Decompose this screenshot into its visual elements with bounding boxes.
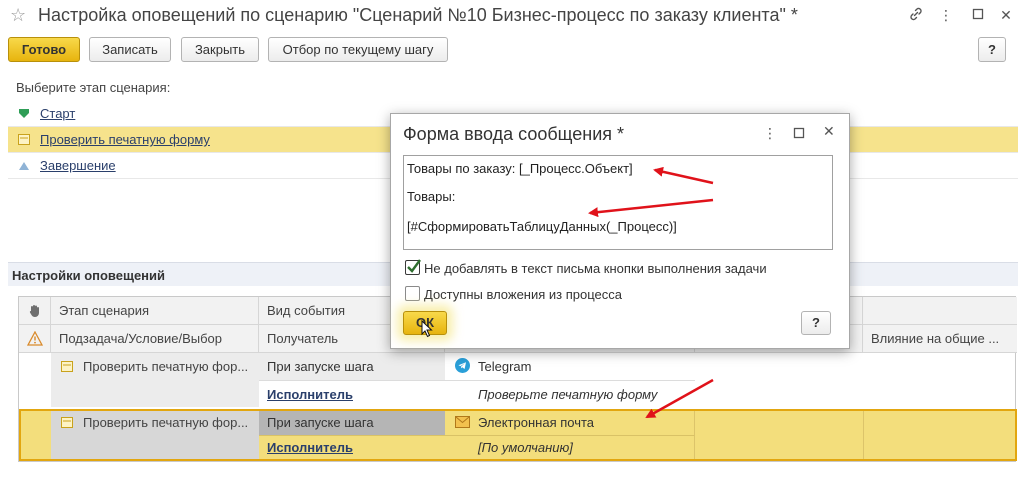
annotation-arrows bbox=[588, 166, 714, 419]
arrow-to-object-field bbox=[653, 166, 714, 185]
arrow-to-email-row bbox=[645, 378, 714, 419]
arrow-to-table-function bbox=[588, 198, 714, 218]
